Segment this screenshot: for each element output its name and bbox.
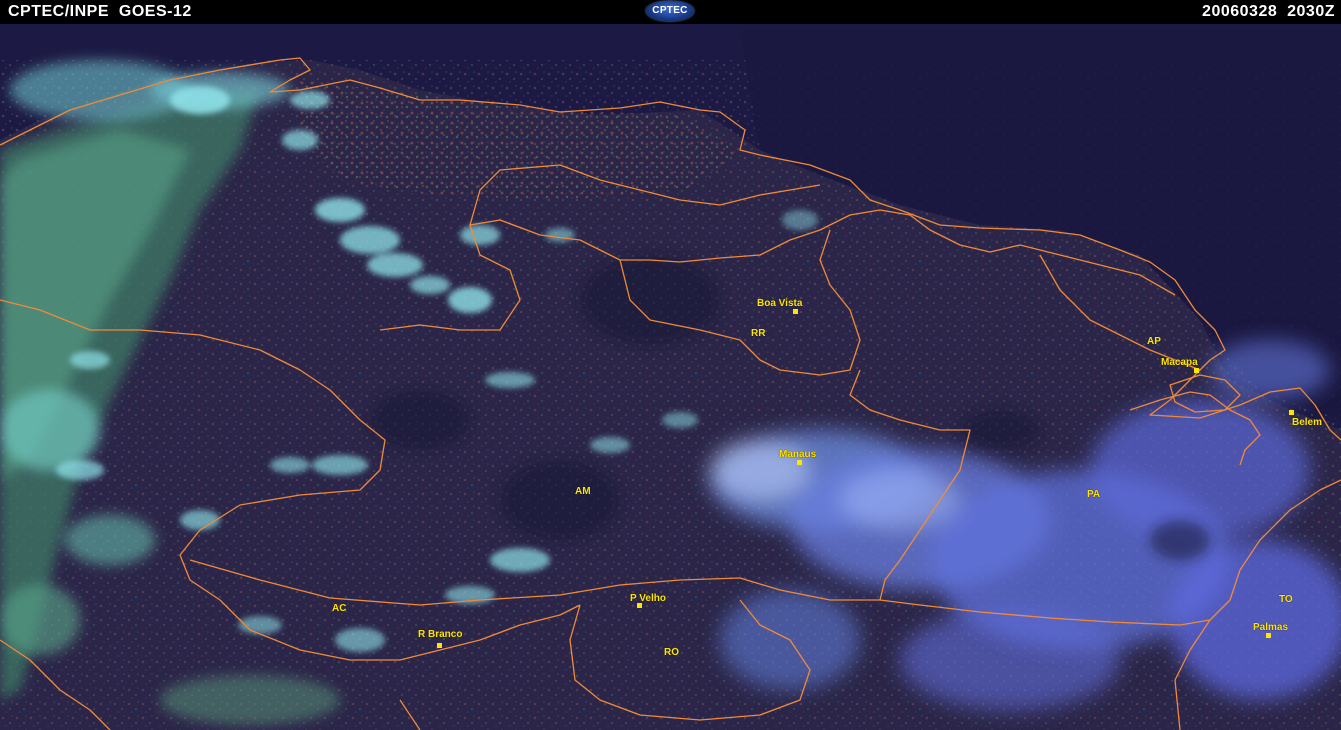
- state-label-to: TO: [1279, 594, 1293, 605]
- state-label-ro: RO: [664, 647, 679, 658]
- city-label-r-branco: R Branco: [418, 629, 463, 640]
- state-label-am: AM: [575, 486, 591, 497]
- city-marker-manaus: [797, 460, 802, 465]
- city-marker-boa-vista: [793, 309, 798, 314]
- logo-text: CPTEC: [652, 5, 688, 16]
- city-label-boa-vista: Boa Vista: [757, 298, 803, 309]
- city-label-manaus: Manaus: [779, 449, 817, 460]
- city-marker-macapa: [1194, 368, 1199, 373]
- city-label-belem: Belem: [1292, 417, 1323, 428]
- image-source-title: CPTEC/INPE GOES-12: [8, 3, 192, 20]
- satellite-image-page: CPTEC/INPE GOES-12 CPTEC 20060328 2030Z: [0, 0, 1341, 730]
- state-label-rr: RR: [751, 328, 766, 339]
- city-label-macapa: Macapa: [1161, 357, 1198, 368]
- city-marker-belem: [1289, 410, 1294, 415]
- state-label-pa: PA: [1087, 489, 1101, 500]
- state-label-ap: AP: [1147, 336, 1161, 347]
- image-timestamp: 20060328 2030Z: [1202, 3, 1335, 20]
- city-label-p-velho: P Velho: [630, 593, 666, 604]
- city-marker-r-branco: [437, 643, 442, 648]
- header-bar: CPTEC/INPE GOES-12 CPTEC 20060328 2030Z: [0, 0, 1341, 24]
- city-marker-p-velho: [637, 603, 642, 608]
- city-label-palmas: Palmas: [1253, 622, 1289, 633]
- city-marker-palmas: [1266, 633, 1271, 638]
- cptec-logo: CPTEC: [646, 1, 694, 21]
- satellite-map: [0, 24, 1341, 730]
- state-label-ac: AC: [332, 603, 347, 614]
